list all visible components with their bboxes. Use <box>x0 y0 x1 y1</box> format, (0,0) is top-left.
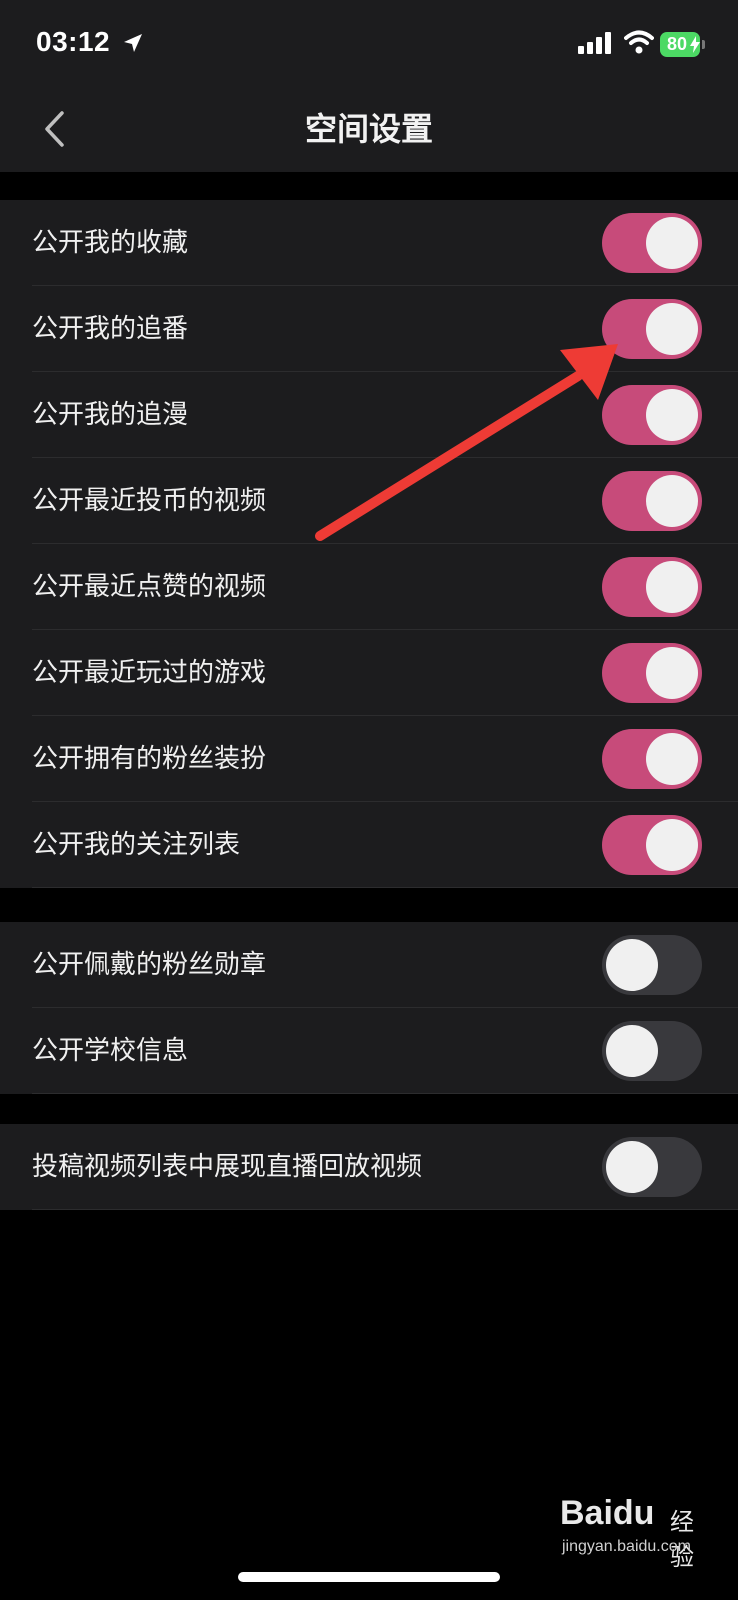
setting-label: 公开我的追漫 <box>32 400 189 430</box>
setting-label: 公开最近玩过的游戏 <box>32 658 267 688</box>
setting-label: 公开我的追番 <box>32 314 189 344</box>
setting-label: 公开最近投币的视频 <box>32 486 267 516</box>
status-time: 03:12 <box>36 26 111 57</box>
setting-row: 公开我的追漫 <box>0 372 738 458</box>
setting-label: 公开我的收藏 <box>32 228 189 258</box>
settings-group-uploads: 投稿视频列表中展现直播回放视频 <box>0 1124 738 1210</box>
setting-label: 公开最近点赞的视频 <box>32 572 267 602</box>
signal-bars-icon <box>578 32 612 58</box>
setting-row: 公开拥有的粉丝装扮 <box>0 716 738 802</box>
setting-row: 公开最近投币的视频 <box>0 458 738 544</box>
setting-row: 公开佩戴的粉丝勋章 <box>0 922 738 1008</box>
setting-label: 公开佩戴的粉丝勋章 <box>32 950 267 980</box>
watermark-logo: Baidu <box>560 1494 655 1532</box>
watermark-url: jingyan.baidu.com <box>562 1538 691 1555</box>
setting-toggle[interactable] <box>602 299 702 359</box>
row-divider <box>32 1093 738 1094</box>
nav-bar: 空间设置 <box>0 86 738 172</box>
setting-toggle[interactable] <box>602 1021 702 1081</box>
setting-row: 公开最近点赞的视频 <box>0 544 738 630</box>
location-arrow-icon <box>122 32 144 58</box>
status-bar: 03:12 80 <box>0 0 738 86</box>
toggle-knob <box>606 1141 658 1193</box>
setting-row: 公开学校信息 <box>0 1008 738 1094</box>
setting-row: 投稿视频列表中展现直播回放视频 <box>0 1124 738 1210</box>
wifi-icon <box>624 30 654 58</box>
setting-label: 公开拥有的粉丝装扮 <box>32 744 267 774</box>
setting-label: 公开学校信息 <box>32 1036 189 1066</box>
toggle-knob <box>646 217 698 269</box>
chevron-left-icon <box>45 111 64 147</box>
toggle-knob <box>606 1025 658 1077</box>
watermark-suffix: 经验 <box>670 1508 694 1571</box>
setting-toggle[interactable] <box>602 557 702 617</box>
toggle-knob <box>646 733 698 785</box>
toggle-knob <box>606 939 658 991</box>
home-indicator[interactable] <box>238 1572 500 1582</box>
charging-bolt-icon <box>690 36 700 57</box>
toggle-knob <box>646 389 698 441</box>
toggle-knob <box>646 647 698 699</box>
setting-toggle[interactable] <box>602 643 702 703</box>
toggle-knob <box>646 475 698 527</box>
row-divider <box>32 887 738 888</box>
setting-row: 公开我的收藏 <box>0 200 738 286</box>
setting-toggle[interactable] <box>602 1137 702 1197</box>
setting-toggle[interactable] <box>602 729 702 789</box>
setting-row: 公开我的追番 <box>0 286 738 372</box>
setting-toggle[interactable] <box>602 385 702 445</box>
watermark: Baidu 经验 jingyan.baidu.com <box>560 1494 710 1571</box>
page-title: 空间设置 <box>304 110 433 148</box>
battery-charging-icon: 80 <box>660 32 706 57</box>
setting-toggle[interactable] <box>602 815 702 875</box>
setting-row: 公开最近玩过的游戏 <box>0 630 738 716</box>
setting-label: 公开我的关注列表 <box>32 830 241 860</box>
settings-group-privacy: 公开我的收藏 公开我的追番 公开我的追漫公开最近投币的视频 公开最近点赞的视频 公开最近… <box>0 200 738 888</box>
setting-toggle[interactable] <box>602 935 702 995</box>
battery-percent: 80 <box>666 34 688 54</box>
settings-group-badges: 公开佩戴的粉丝勋章 公开学校信息 <box>0 922 738 1094</box>
back-button[interactable] <box>36 108 72 150</box>
setting-label: 投稿视频列表中展现直播回放视频 <box>32 1152 423 1182</box>
setting-toggle[interactable] <box>602 471 702 531</box>
setting-row: 公开我的关注列表 <box>0 802 738 888</box>
toggle-knob <box>646 819 698 871</box>
row-divider <box>32 1209 738 1210</box>
toggle-knob <box>646 561 698 613</box>
toggle-knob <box>646 303 698 355</box>
setting-toggle[interactable] <box>602 213 702 273</box>
